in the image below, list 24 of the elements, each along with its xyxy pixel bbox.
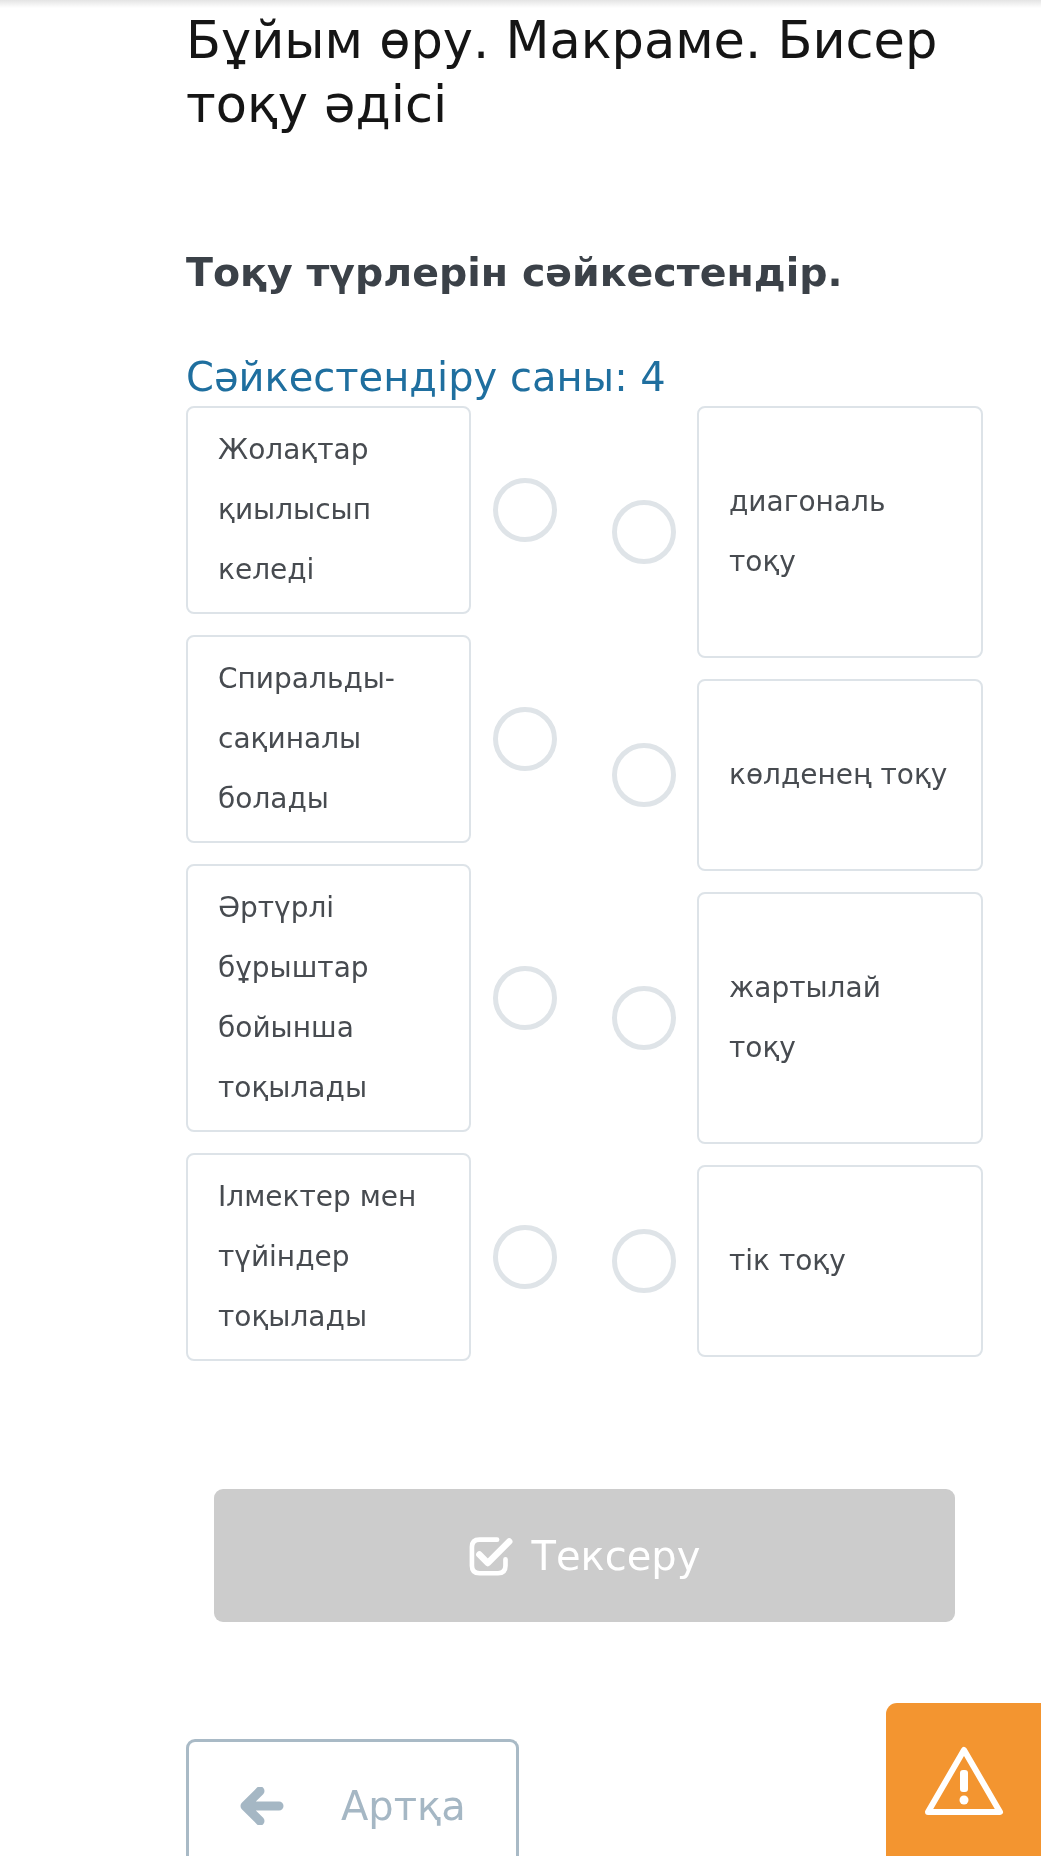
match-card: жартылай тоқу xyxy=(697,892,983,1144)
match-card: диагональ тоқу xyxy=(697,406,983,658)
ring-icon[interactable] xyxy=(612,743,676,807)
back-button[interactable]: Артқа xyxy=(186,1739,519,1856)
match-card: Спиральды-сақиналы болады xyxy=(186,635,471,843)
task-instruction: Тоқу түрлерін сәйкестендір. xyxy=(186,248,844,297)
ring-icon[interactable] xyxy=(493,478,557,542)
report-button[interactable] xyxy=(886,1703,1041,1856)
match-card: Ілмектер мен түйіндер тоқылады xyxy=(186,1153,471,1361)
match-card: Жолақтар қиылысып келеді xyxy=(186,406,471,614)
ring-icon[interactable] xyxy=(612,986,676,1050)
page-title: Бұйым өру. Макраме. Бисер тоқу әдісі xyxy=(186,10,939,136)
ring-icon[interactable] xyxy=(493,707,557,771)
ring-icon[interactable] xyxy=(493,966,557,1030)
warning-icon xyxy=(923,1745,1004,1816)
checkbox-tick-icon xyxy=(468,1535,514,1576)
match-card: көлденең тоқу xyxy=(697,679,983,871)
ring-icon[interactable] xyxy=(612,500,676,564)
arrow-left-icon xyxy=(240,1786,284,1825)
match-card: тік тоқу xyxy=(697,1165,983,1357)
ring-icon[interactable] xyxy=(612,1229,676,1293)
match-count-label: Сәйкестендіру саны: 4 xyxy=(186,353,667,402)
match-card: Әртүрлі бұрыштар бойынша тоқылады xyxy=(186,864,471,1132)
ring-icon[interactable] xyxy=(493,1225,557,1289)
